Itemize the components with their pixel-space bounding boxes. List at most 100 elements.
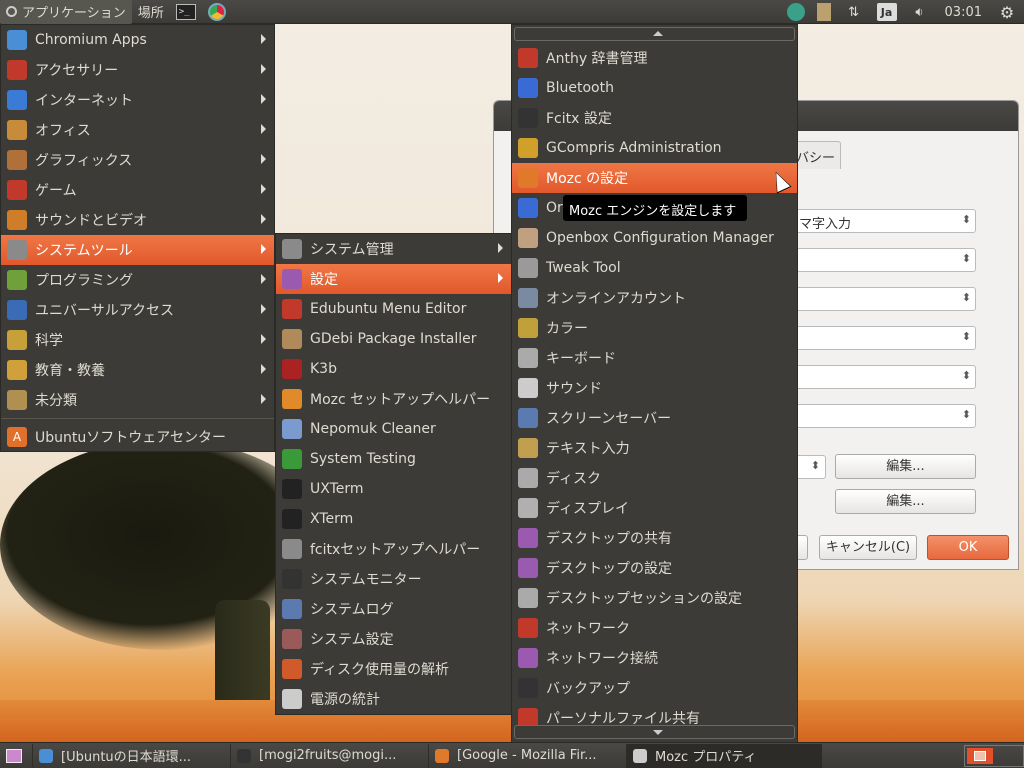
menu-item-desktop-share[interactable]: デスクトップの共有 [512, 523, 797, 553]
menu-item-screensaver[interactable]: スクリーンセーバー [512, 403, 797, 433]
settings-submenu: Anthy 辞書管理 Bluetooth Fcitx 設定 GCompris Admi… [511, 24, 798, 744]
menu-item-keyboard[interactable]: キーボード [512, 343, 797, 373]
clock[interactable]: 03:01 [945, 5, 982, 20]
network-sync-icon[interactable] [786, 3, 805, 21]
menu-item-mozc[interactable]: Mozc の設定 [512, 163, 797, 193]
menu-item-label: アクセサリー [35, 63, 119, 79]
menu-item-education[interactable]: 教育・教養 [1, 355, 274, 385]
menu-item-gear-orange[interactable]: Mozc セットアップヘルパー [276, 384, 511, 414]
terminal-launcher[interactable]: >_ [170, 0, 202, 24]
menu-item-label: システム設定 [310, 632, 394, 648]
workspace-1[interactable] [967, 748, 993, 764]
keyboard-icon [518, 348, 538, 368]
menu-item-admin-gear[interactable]: システム管理 [276, 234, 511, 264]
combo-4[interactable] [794, 326, 976, 350]
network-arrows-icon[interactable]: ⇅ [843, 3, 865, 21]
chromium-launcher[interactable] [202, 0, 232, 24]
menu-item-color[interactable]: カラー [512, 313, 797, 343]
power-stats-icon [282, 689, 302, 709]
menu-item-openbox-config[interactable]: Openbox Configuration Manager [512, 223, 797, 253]
show-desktop-icon[interactable] [6, 748, 22, 763]
menu-item-label: fcitxセットアップヘルパー [310, 542, 481, 558]
menu-item-gcompris[interactable]: GCompris Administration [512, 133, 797, 163]
menu-item-misc[interactable]: 未分類 [1, 385, 274, 415]
menu-item-log[interactable]: システムログ [276, 594, 511, 624]
menu-item-gear[interactable]: fcitxセットアップヘルパー [276, 534, 511, 564]
menu-item-network-connections[interactable]: ネットワーク接続 [512, 643, 797, 673]
session-gear-icon[interactable]: ⚙ [996, 3, 1018, 22]
menu-item-tweak[interactable]: Tweak Tool [512, 253, 797, 283]
menu-item-software-center[interactable]: A Ubuntuソフトウェアセンター [1, 422, 274, 452]
menu-item-chromium[interactable]: Chromium Apps [1, 25, 274, 55]
menu-item-system-settings[interactable]: システム設定 [276, 624, 511, 654]
menu-item-check[interactable]: System Testing [276, 444, 511, 474]
menu-item-bluetooth[interactable]: Bluetooth [512, 73, 797, 103]
accounts-icon [518, 288, 538, 308]
multimedia-icon [7, 210, 27, 230]
firefox-icon [435, 748, 449, 763]
menu-item-k3b[interactable]: K3b [276, 354, 511, 384]
menu-item-text-input[interactable]: テキスト入力 [512, 433, 797, 463]
taskbar-item[interactable]: [mogi2fruits@mogi... [230, 743, 426, 768]
clipboard-icon[interactable] [816, 3, 831, 21]
menu-item-backup[interactable]: バックアップ [512, 673, 797, 703]
menu-item-settings[interactable]: 設定 [276, 264, 511, 294]
tooltip: Mozc エンジンを設定します [563, 195, 747, 221]
menu-item-package[interactable]: GDebi Package Installer [276, 324, 511, 354]
menu-item-session[interactable]: デスクトップセッションの設定 [512, 583, 797, 613]
places-menu[interactable]: 場所 [132, 0, 170, 24]
misc-icon [7, 390, 27, 410]
applications-menu[interactable]: アプリケーション [0, 0, 132, 24]
menu-item-label: 教育・教養 [35, 363, 105, 379]
menu-item-accessories[interactable]: アクセサリー [1, 55, 274, 85]
menu-item-label: Bluetooth [546, 80, 614, 96]
disk-icon [518, 468, 538, 488]
menu-item-menu-editor[interactable]: Edubuntu Menu Editor [276, 294, 511, 324]
log-icon [282, 599, 302, 619]
menu-item-science[interactable]: 科学 [1, 325, 274, 355]
romaji-combo[interactable]: マ字入力 [794, 209, 976, 233]
combo-6[interactable] [794, 404, 976, 428]
combo-5[interactable] [794, 365, 976, 389]
edit-button-1[interactable]: 編集... [835, 454, 976, 479]
menu-item-penguin[interactable]: Fcitx 設定 [512, 103, 797, 133]
menu-item-network[interactable]: ネットワーク [512, 613, 797, 643]
cancel-button[interactable]: キャンセル(C) [819, 535, 917, 560]
input-method-indicator[interactable]: Ja [876, 3, 897, 21]
spin-field[interactable] [794, 455, 826, 479]
menu-item-cards[interactable]: ゲーム [1, 175, 274, 205]
menu-item-accessibility[interactable]: ユニバーサルアクセス [1, 295, 274, 325]
menu-item-dictionary[interactable]: Anthy 辞書管理 [512, 43, 797, 73]
ok-button[interactable]: OK [927, 535, 1009, 560]
menu-item-desktop-settings[interactable]: デスクトップの設定 [512, 553, 797, 583]
volume-icon[interactable]: 🔉︎ [909, 3, 931, 21]
menu-item-gear[interactable]: システムツール [1, 235, 274, 265]
menu-item-multimedia[interactable]: サウンドとビデオ [1, 205, 274, 235]
menu-item-sound[interactable]: サウンド [512, 373, 797, 403]
menu-item-xterm[interactable]: UXTerm [276, 474, 511, 504]
menu-item-power-stats[interactable]: 電源の統計 [276, 684, 511, 714]
menu-item-disk[interactable]: ディスク [512, 463, 797, 493]
menu-scroll-up[interactable] [514, 27, 795, 41]
menu-item-pie[interactable]: ディスク使用量の解析 [276, 654, 511, 684]
menu-item-xterm[interactable]: XTerm [276, 504, 511, 534]
menu-item-label: XTerm [310, 511, 354, 527]
edit-button-2[interactable]: 編集... [835, 489, 976, 514]
menu-item-globe[interactable]: インターネット [1, 85, 274, 115]
workspace-switcher[interactable] [964, 745, 1024, 767]
menu-item-accounts[interactable]: オンラインアカウント [512, 283, 797, 313]
menu-item-brush[interactable]: プログラミング [1, 265, 274, 295]
menu-item-monitor[interactable]: システムモニター [276, 564, 511, 594]
taskbar-item[interactable]: Mozc プロパティ [626, 743, 822, 768]
menu-item-office[interactable]: オフィス [1, 115, 274, 145]
menu-item-nepomuk[interactable]: Nepomuk Cleaner [276, 414, 511, 444]
brush-icon [7, 270, 27, 290]
menu-item-label: スクリーンセーバー [546, 411, 672, 427]
menu-scroll-down[interactable] [514, 725, 795, 739]
taskbar-item[interactable]: [Ubuntuの日本語環... [32, 743, 228, 768]
combo-3[interactable] [794, 287, 976, 311]
menu-item-display[interactable]: ディスプレイ [512, 493, 797, 523]
combo-2[interactable] [794, 248, 976, 272]
taskbar-item[interactable]: [Google - Mozilla Fir... [428, 743, 624, 768]
menu-item-graphics[interactable]: グラフィックス [1, 145, 274, 175]
